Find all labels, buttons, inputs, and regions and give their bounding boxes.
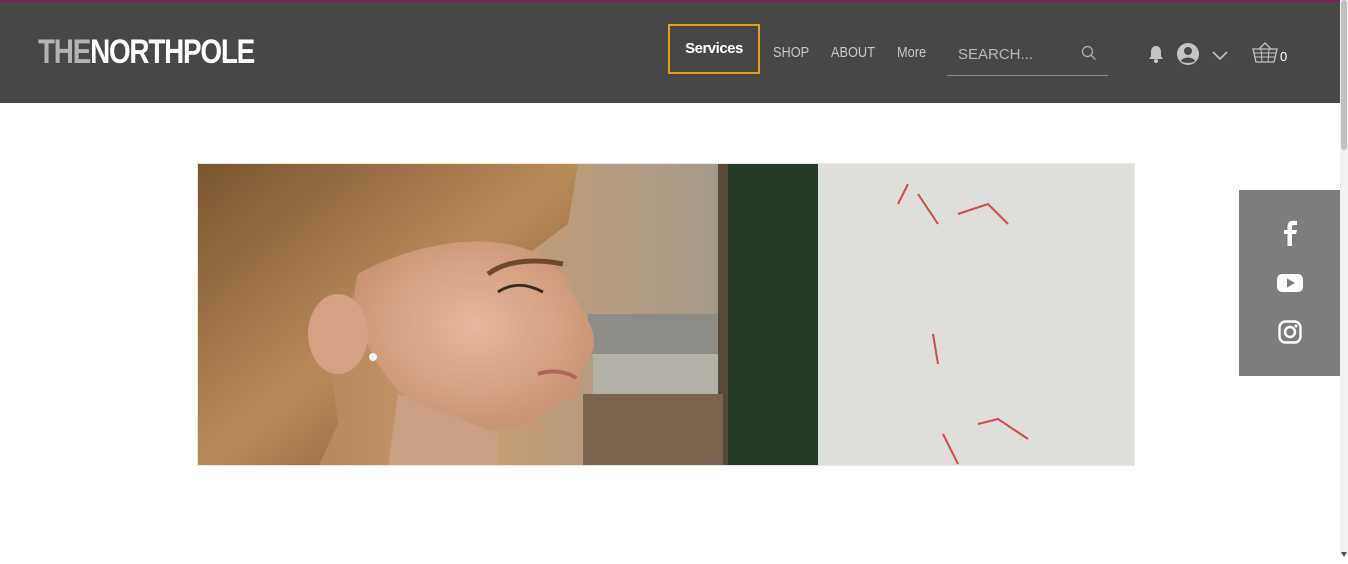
logo-part-northpole: NORTHPOLE xyxy=(90,33,255,71)
hero-image xyxy=(197,163,1135,466)
nav-item-services[interactable]: Services xyxy=(668,24,760,74)
chevron-down-icon[interactable] xyxy=(1212,48,1228,66)
scroll-down-arrow-icon[interactable] xyxy=(1340,546,1348,557)
nav-item-more[interactable]: More xyxy=(897,40,926,66)
nav-item-about[interactable]: ABOUT xyxy=(831,40,875,66)
user-avatar-icon[interactable] xyxy=(1176,42,1200,71)
social-bar xyxy=(1239,190,1340,376)
logo-part-the: THE xyxy=(38,33,91,71)
page-scrollbar[interactable] xyxy=(1340,0,1348,557)
instagram-icon[interactable] xyxy=(1278,320,1302,349)
site-logo[interactable]: THENORTHPOLE xyxy=(38,32,255,72)
search-input[interactable] xyxy=(958,41,1078,67)
cart-basket-icon[interactable] xyxy=(1252,42,1278,69)
cart-count: 0 xyxy=(1280,49,1288,64)
nav-item-shop[interactable]: SHOP xyxy=(773,40,809,66)
search-icon[interactable] xyxy=(1081,45,1097,66)
youtube-icon[interactable] xyxy=(1277,273,1303,298)
site-header: THENORTHPOLE Services SHOP ABOUT More SE… xyxy=(0,2,1340,103)
facebook-icon[interactable] xyxy=(1279,220,1301,251)
scrollbar-thumb[interactable] xyxy=(1341,0,1347,150)
search-box xyxy=(947,36,1108,76)
bell-icon[interactable] xyxy=(1147,44,1165,69)
